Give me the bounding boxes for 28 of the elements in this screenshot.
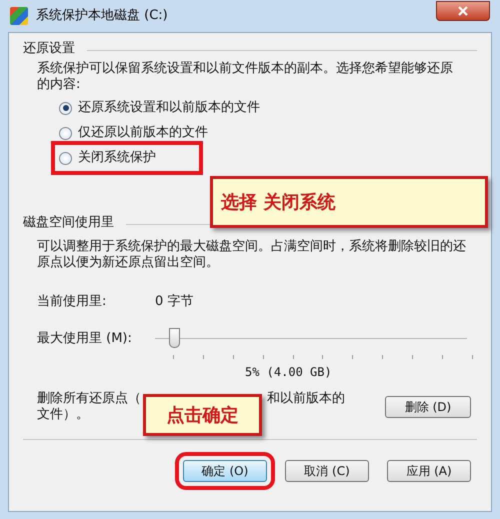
radio-button[interactable]	[59, 126, 72, 140]
dialog-button[interactable]: 应用 (A)	[387, 460, 471, 482]
radio-button[interactable]	[59, 152, 72, 164]
field-label: 最大使用里 (M):	[37, 330, 133, 348]
description-text: 删除所有还原点（	[37, 391, 141, 407]
section-heading: 磁盘空间使用里	[23, 214, 114, 232]
window-title: 系统保护本地磁盘 (C:)	[36, 7, 168, 26]
close-button[interactable]	[436, 1, 490, 21]
dialog-button[interactable]: 取消 (C)	[285, 460, 369, 482]
description-text: 可以调整用于系统保护的最大磁盘空间。占满空间时，系统将删除较旧的还原点以便为新还原点留出空间。	[36, 239, 467, 271]
app-icon	[10, 7, 28, 25]
radio-label: 还原系统设置和以前版本的文件	[78, 99, 260, 118]
slider-track[interactable]	[155, 327, 467, 351]
usage-reading: 5% (4.00 GB)	[245, 364, 332, 381]
radio-label: 仅还原以前版本的文件	[78, 124, 208, 142]
current-usage-value: 0 字节	[155, 293, 194, 312]
description-text: 文件）。	[37, 407, 89, 423]
callout-box: 点击确定	[143, 394, 262, 436]
radio-button[interactable]	[59, 102, 72, 114]
section-heading: 还原设置	[23, 40, 75, 58]
radio-label: 关闭系统保护	[78, 149, 156, 168]
callout-box: 选择 关闭系统	[210, 176, 488, 228]
field-label: 当前使用里:	[37, 293, 108, 312]
description-text: 系统保护可以保留系统设置和以前文件版本的副本。选择您希望能够还原的内容:	[36, 61, 454, 93]
delete-button[interactable]: 删除 (D)	[385, 396, 471, 418]
description-text: 和以前版本的	[267, 391, 345, 407]
slider-thumb[interactable]	[168, 328, 180, 348]
close-icon	[458, 6, 468, 16]
